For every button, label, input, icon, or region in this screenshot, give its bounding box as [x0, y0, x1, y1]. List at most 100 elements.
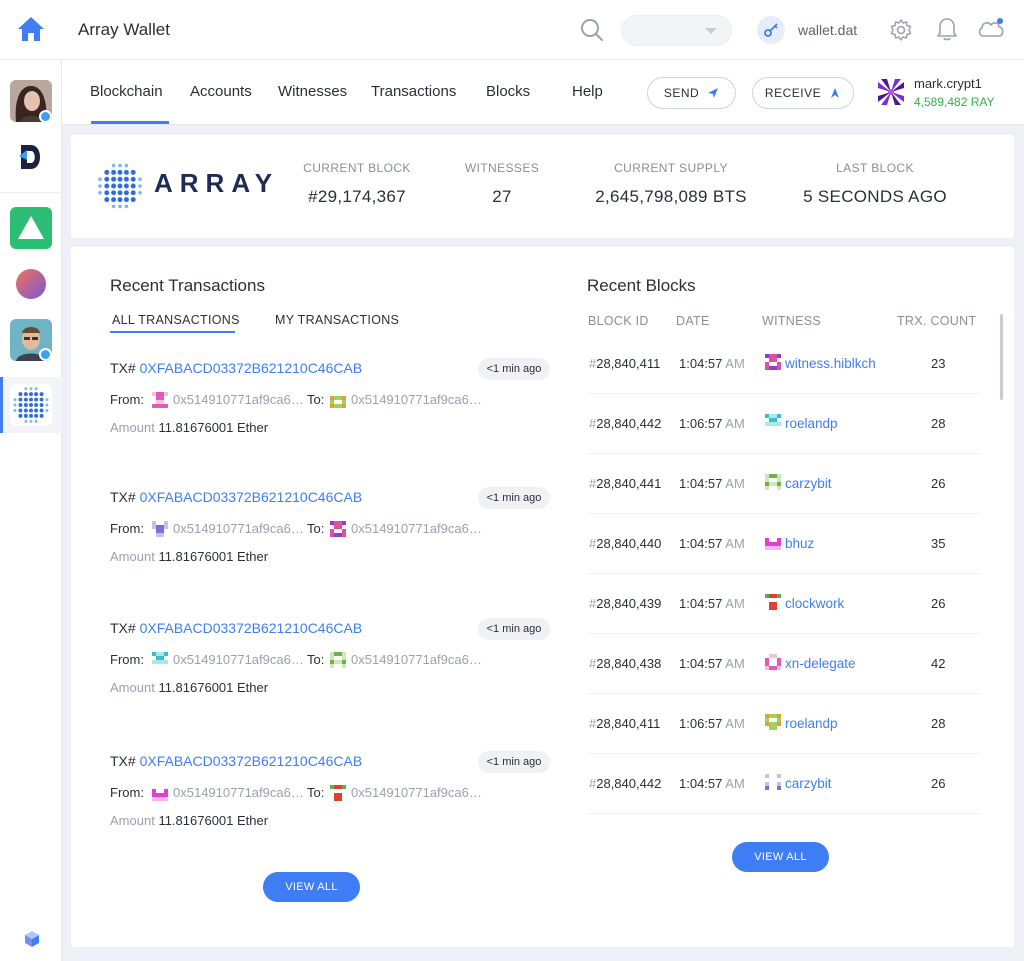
- to-identicon-icon: [330, 785, 346, 801]
- block-id[interactable]: #28,840,440: [589, 536, 661, 551]
- view-all-transactions-button[interactable]: VIEW ALL: [263, 872, 360, 902]
- block-row[interactable]: #28,840,440 1:04:57 AM bhuz 35: [587, 514, 981, 574]
- app-title: Array Wallet: [78, 20, 170, 39]
- block-time-ampm: AM: [725, 536, 745, 551]
- tab-blocks[interactable]: Blocks: [486, 83, 530, 100]
- sidebar-app-d[interactable]: [10, 136, 52, 178]
- recent-transactions-title: Recent Transactions: [110, 276, 265, 295]
- from-address[interactable]: 0x514910771af9ca6…: [173, 521, 304, 536]
- gear-icon[interactable]: [889, 18, 913, 42]
- witness-identicon-icon: [765, 354, 781, 370]
- sidebar-app-triangle[interactable]: [10, 207, 52, 249]
- stat-value: 2,645,798,089 BTS: [595, 187, 747, 206]
- block-id[interactable]: #28,840,442: [589, 416, 661, 431]
- witness-link[interactable]: xn-delegate: [785, 656, 856, 671]
- block-row[interactable]: #28,840,439 1:04:57 AM clockwork 26: [587, 574, 981, 634]
- transaction-hash-link[interactable]: 0XFABACD03372B621210C46CAB: [140, 620, 363, 636]
- block-row[interactable]: #28,840,442 1:06:57 AM roelandp 28: [587, 394, 981, 454]
- block-time: 1:06:57 AM: [679, 416, 745, 431]
- block-id[interactable]: #28,840,438: [589, 656, 661, 671]
- amount-row: Amount 11.81676001 Ether: [110, 420, 268, 435]
- home-icon[interactable]: [17, 16, 45, 42]
- witness-link[interactable]: witness.hiblkch: [785, 356, 876, 371]
- tab-my-transactions[interactable]: MY TRANSACTIONS: [275, 313, 399, 327]
- block-id-value: 28,840,440: [596, 536, 662, 551]
- transaction-hash-link[interactable]: 0XFABACD03372B621210C46CAB: [140, 489, 363, 505]
- view-all-blocks-button[interactable]: VIEW ALL: [732, 842, 829, 872]
- amount-label: Amount: [110, 680, 155, 695]
- stat-value: 5 SECONDS AGO: [803, 187, 947, 206]
- tab-witnesses[interactable]: Witnesses: [278, 83, 347, 100]
- from-address[interactable]: 0x514910771af9ca6…: [173, 785, 304, 800]
- to-address[interactable]: 0x514910771af9ca6…: [351, 785, 482, 800]
- witness-link[interactable]: carzybit: [785, 476, 832, 491]
- block-time: 1:04:57 AM: [679, 356, 745, 371]
- block-time-ampm: AM: [725, 476, 745, 491]
- block-id[interactable]: #28,840,411: [589, 716, 660, 731]
- wallet-file-selector[interactable]: wallet.dat: [757, 16, 857, 44]
- sidebar-active-indicator: [0, 377, 3, 433]
- transaction-hash-link[interactable]: 0XFABACD03372B621210C46CAB: [140, 360, 363, 376]
- sidebar-app-gradient[interactable]: [10, 263, 52, 305]
- block-time-value: 1:06:57: [679, 416, 723, 431]
- cube-icon[interactable]: [24, 930, 40, 948]
- transaction-header: TX# 0XFABACD03372B621210C46CAB: [110, 620, 362, 636]
- send-button[interactable]: SEND: [647, 77, 736, 109]
- block-id[interactable]: #28,840,439: [589, 596, 661, 611]
- to-address[interactable]: 0x514910771af9ca6…: [351, 652, 482, 667]
- receive-button[interactable]: RECEIVE: [752, 77, 854, 109]
- stat-current-supply: CURRENT SUPPLY 2,645,798,089 BTS: [581, 161, 761, 207]
- chat-badge-icon: [39, 348, 52, 361]
- blocks-scrollbar[interactable]: [1000, 314, 1003, 400]
- block-row[interactable]: #28,840,442 1:04:57 AM carzybit 26: [587, 754, 981, 814]
- block-time: 1:04:57 AM: [679, 776, 745, 791]
- to-address[interactable]: 0x514910771af9ca6…: [351, 392, 482, 407]
- active-tab-indicator: [91, 121, 169, 124]
- from-address[interactable]: 0x514910771af9ca6…: [173, 652, 304, 667]
- block-id[interactable]: #28,840,442: [589, 776, 661, 791]
- transaction-hash-link[interactable]: 0XFABACD03372B621210C46CAB: [140, 753, 363, 769]
- account-avatar[interactable]: [875, 76, 907, 108]
- block-id[interactable]: #28,840,411: [589, 356, 660, 371]
- witness-identicon-icon: [765, 594, 781, 610]
- block-row[interactable]: #28,840,438 1:04:57 AM xn-delegate 42: [587, 634, 981, 694]
- from-label: From:: [110, 785, 144, 800]
- account-balance: 4,589,482 RAY: [914, 95, 995, 109]
- tab-accounts[interactable]: Accounts: [190, 83, 252, 100]
- sidebar-app-array[interactable]: [10, 384, 52, 426]
- amount-label: Amount: [110, 813, 155, 828]
- amount-row: Amount 11.81676001 Ether: [110, 680, 268, 695]
- cloud-icon[interactable]: [977, 16, 1005, 40]
- witness-link[interactable]: carzybit: [785, 776, 832, 791]
- tab-all-transactions[interactable]: ALL TRANSACTIONS: [112, 313, 240, 327]
- transaction-header: TX# 0XFABACD03372B621210C46CAB: [110, 489, 362, 505]
- bell-icon[interactable]: [936, 17, 958, 42]
- search-icon[interactable]: [580, 18, 604, 42]
- from-address[interactable]: 0x514910771af9ca6…: [173, 392, 304, 407]
- block-id[interactable]: #28,840,441: [589, 476, 661, 491]
- block-time-ampm: AM: [725, 356, 745, 371]
- witness-link[interactable]: roelandp: [785, 716, 838, 731]
- witness-link[interactable]: clockwork: [785, 596, 844, 611]
- witness-identicon-icon: [765, 414, 781, 430]
- chevron-down-icon[interactable]: [705, 28, 717, 34]
- block-time-ampm: AM: [725, 416, 745, 431]
- recent-blocks-title: Recent Blocks: [587, 276, 696, 295]
- witness-link[interactable]: roelandp: [785, 416, 838, 431]
- block-time: 1:04:57 AM: [679, 536, 745, 551]
- main-nav: Blockchain Accounts Witnesses Transactio…: [62, 60, 1024, 125]
- tab-transactions[interactable]: Transactions: [371, 83, 456, 100]
- block-row[interactable]: #28,840,411 1:04:57 AM witness.hiblkch 23: [587, 334, 981, 394]
- to-address[interactable]: 0x514910771af9ca6…: [351, 521, 482, 536]
- witness-link[interactable]: bhuz: [785, 536, 814, 551]
- block-row[interactable]: #28,840,411 1:06:57 AM roelandp 28: [587, 694, 981, 754]
- account-name[interactable]: mark.crypt1: [914, 76, 982, 91]
- witness-identicon-icon: [765, 534, 781, 550]
- tab-blockchain[interactable]: Blockchain: [90, 83, 163, 100]
- array-logo-icon: [98, 163, 142, 209]
- from-label: From:: [110, 521, 144, 536]
- tab-help[interactable]: Help: [572, 83, 603, 100]
- block-id-value: 28,840,442: [596, 416, 662, 431]
- block-time: 1:04:57 AM: [679, 596, 745, 611]
- block-row[interactable]: #28,840,441 1:04:57 AM carzybit 26: [587, 454, 981, 514]
